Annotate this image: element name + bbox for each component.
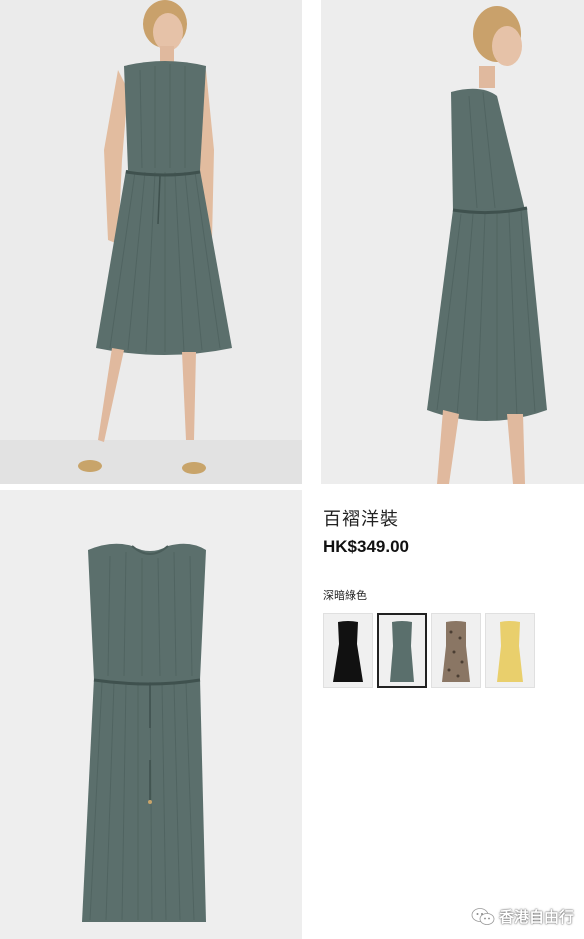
product-photo-flat[interactable] (0, 490, 302, 939)
swatch-yellow-dress (497, 620, 523, 682)
swatch-yellow[interactable] (485, 613, 535, 688)
product-price: HK$349.00 (323, 537, 410, 556)
color-label: 深暗綠色 (323, 589, 367, 602)
swatch-leopard-dress (442, 620, 470, 682)
product-photo-model-side[interactable] (321, 0, 584, 484)
swatch-black-dress (333, 620, 363, 682)
swatch-leopard[interactable] (431, 613, 481, 688)
model-front-image (0, 0, 302, 484)
color-swatch-list (323, 613, 535, 688)
swatch-dark-green-dress (390, 620, 414, 682)
watermark: 香港自由行 (471, 906, 574, 927)
swatch-black[interactable] (323, 613, 373, 688)
dress-flat-image (0, 490, 302, 939)
wechat-icon (471, 907, 495, 925)
swatch-dark-green[interactable] (377, 613, 427, 688)
watermark-text: 香港自由行 (498, 908, 574, 926)
product-photo-model-front[interactable] (0, 0, 302, 484)
product-name: 百褶洋裝 (323, 509, 399, 530)
product-info: 百褶洋裝 HK$349.00 (323, 505, 573, 557)
model-side-image (321, 0, 584, 484)
product-page: 百褶洋裝 HK$349.00 深暗綠色 香港自由行 (0, 0, 584, 939)
